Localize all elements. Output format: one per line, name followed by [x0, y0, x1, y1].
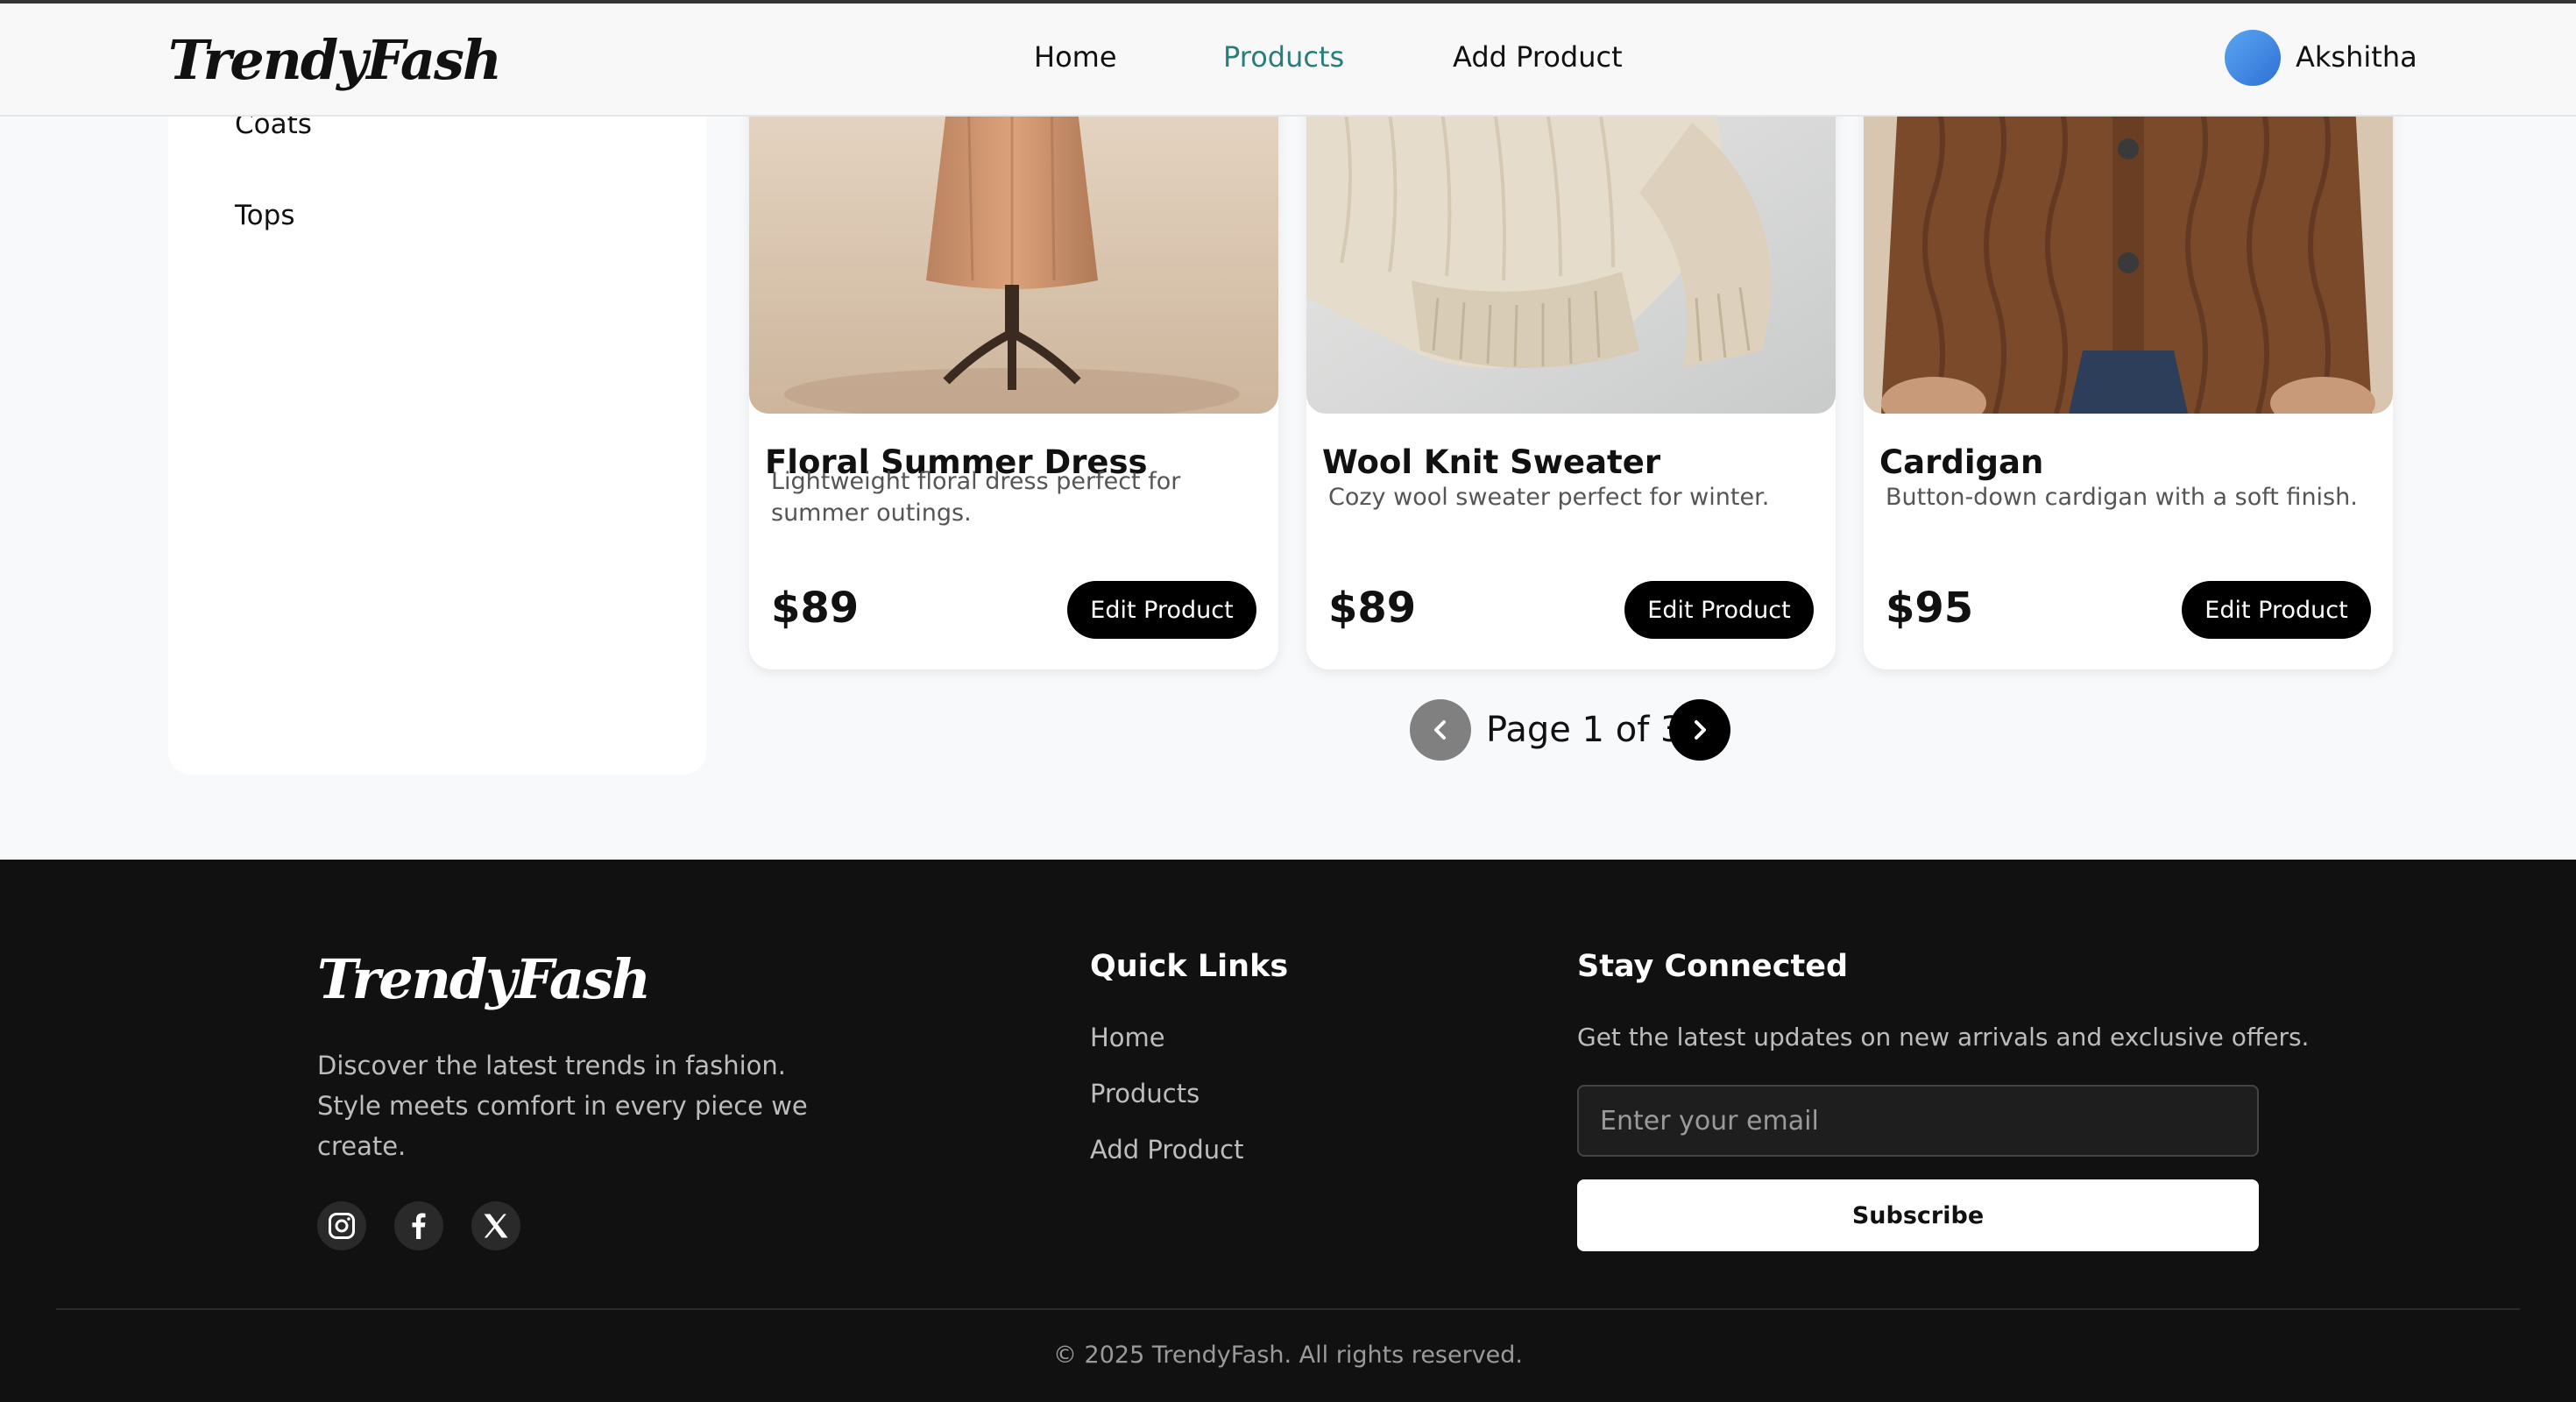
- product-title: Wool Knit Sweater: [1322, 443, 1661, 481]
- instagram-link[interactable]: [317, 1201, 366, 1250]
- product-price: $89: [1328, 584, 1417, 633]
- edit-product-button[interactable]: Edit Product: [1624, 581, 1814, 639]
- facebook-link[interactable]: [394, 1201, 443, 1250]
- newsletter-text: Get the latest updates on new arrivals a…: [1577, 1023, 2310, 1052]
- next-page-button[interactable]: [1669, 699, 1730, 761]
- nav-home-link[interactable]: Home: [1034, 40, 1117, 74]
- chevron-right-icon: [1695, 720, 1706, 740]
- subscribe-button[interactable]: Subscribe: [1577, 1179, 2259, 1251]
- edit-product-button[interactable]: Edit Product: [1067, 581, 1256, 639]
- footer-brand-logo[interactable]: TrendyFash: [317, 947, 651, 1011]
- previous-page-button[interactable]: [1410, 699, 1471, 761]
- chevron-left-icon: [1434, 720, 1446, 740]
- product-image-sweater: [1306, 88, 1836, 414]
- product-description: Button-down cardigan with a soft finish.: [1886, 484, 2358, 511]
- product-title: Cardigan: [1879, 443, 2044, 481]
- footer-link-add-product[interactable]: Add Product: [1090, 1135, 1243, 1165]
- email-input[interactable]: [1577, 1085, 2259, 1157]
- edit-product-button[interactable]: Edit Product: [2182, 581, 2371, 639]
- copyright-text: © 2025 TrendyFash. All rights reserved.: [1052, 1342, 1524, 1369]
- product-card: Floral Summer Dress Lightweight floral d…: [749, 88, 1278, 669]
- product-description: Lightweight floral dress perfect for sum…: [771, 468, 1181, 527]
- product-price: $89: [771, 584, 860, 633]
- category-sidebar: Coats Tops: [168, 88, 706, 775]
- footer-about-text: Discover the latest trends in fashion. S…: [317, 1051, 808, 1161]
- facebook-icon: [412, 1213, 426, 1239]
- brand-logo[interactable]: TrendyFash: [168, 28, 502, 92]
- user-name[interactable]: Akshitha: [2296, 40, 2417, 74]
- product-description: Cozy wool sweater perfect for winter.: [1328, 484, 1770, 511]
- x-twitter-link[interactable]: [471, 1201, 520, 1250]
- x-icon: [484, 1214, 508, 1238]
- footer-link-products[interactable]: Products: [1090, 1079, 1200, 1108]
- nav-products-link[interactable]: Products: [1223, 40, 1344, 74]
- footer-link-home[interactable]: Home: [1090, 1023, 1165, 1052]
- product-price: $95: [1886, 584, 1974, 633]
- quick-links-heading: Quick Links: [1090, 949, 1289, 984]
- product-card: Wool Knit Sweater Cozy wool sweater perf…: [1306, 88, 1836, 669]
- product-card: Cardigan Button-down cardigan with a sof…: [1864, 88, 2393, 669]
- footer-divider: [56, 1308, 2520, 1310]
- product-image-cardigan: [1864, 88, 2393, 414]
- nav-add-product-link[interactable]: Add Product: [1453, 40, 1623, 74]
- page-indicator: Page 1 of 3: [1486, 710, 1683, 750]
- product-image-dress: [749, 88, 1278, 414]
- site-footer: TrendyFash Discover the latest trends in…: [0, 860, 2576, 1402]
- user-avatar[interactable]: [2225, 30, 2281, 86]
- instagram-icon: [329, 1213, 355, 1239]
- top-navbar: TrendyFash Home Products Add Product Aks…: [0, 4, 2576, 117]
- stay-connected-heading: Stay Connected: [1577, 949, 1849, 984]
- sidebar-item-tops[interactable]: Tops: [235, 200, 294, 231]
